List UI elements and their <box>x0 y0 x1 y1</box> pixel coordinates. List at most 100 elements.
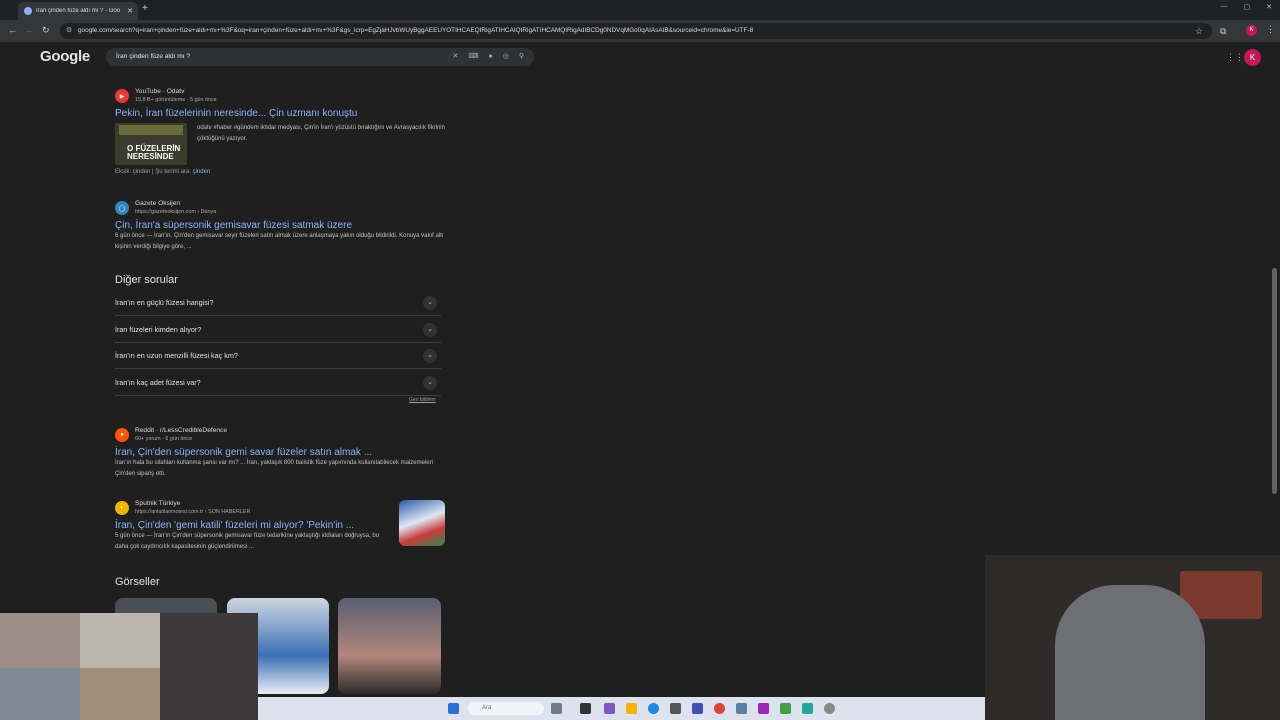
app-icon[interactable] <box>670 703 681 714</box>
tab-close-icon[interactable]: ✕ <box>127 7 133 15</box>
source-name: Reddit · r/LessCredibleDefence <box>135 427 227 434</box>
video-frame <box>0 668 80 720</box>
result-title-link[interactable]: Pekin, İran füzelerinin neresinde... Çin… <box>115 108 445 119</box>
search-query: İran çinden füze aldı mı ? <box>116 53 191 60</box>
edge-icon[interactable] <box>648 703 659 714</box>
clear-icon[interactable]: ✕ <box>453 48 459 66</box>
result-snippet: 6 gün önce — İran'ın, Çin'den gemisavar … <box>115 233 444 250</box>
result-snippet: odatv #haber #gündem iktidar medyası, Çi… <box>197 125 445 142</box>
images-section-title: Görseller <box>115 576 160 588</box>
chevron-down-icon[interactable]: ⌄ <box>423 296 437 310</box>
search-icon[interactable]: ⚲ <box>519 48 524 66</box>
result-thumbnail[interactable] <box>399 500 445 546</box>
source-name: YouTube · Odatv <box>135 88 185 95</box>
source-name: Gazete Oksijen <box>135 200 181 207</box>
source-meta: https://gazeteoksijen.com › Dünya <box>135 209 217 215</box>
webcam-overlay-right <box>985 555 1280 720</box>
question-item[interactable]: İran'ın en güçlü füzesi hangisi? ⌄ <box>115 290 441 316</box>
sputnik-icon: ◐ <box>115 501 129 515</box>
question-text: İran füzeleri kimden alıyor? <box>115 325 202 334</box>
result-title-link[interactable]: İran, Çin'den süpersonik gemi savar füze… <box>115 447 445 458</box>
forward-arrow-icon[interactable]: → <box>24 25 33 35</box>
bookmark-star-icon[interactable]: ☆ <box>1195 26 1203 37</box>
lens-icon[interactable]: ◎ <box>503 48 509 66</box>
result-source[interactable]: ▶ YouTube · Odatv 15,8 B+ görüntüleme · … <box>115 88 445 104</box>
image-result[interactable] <box>338 598 441 694</box>
question-text: İran'ın kaç adet füzesi var? <box>115 378 201 387</box>
source-name: Sputnik Türkiye <box>135 500 181 507</box>
browser-profile-avatar[interactable]: K <box>1246 25 1257 36</box>
reddit-icon: ● <box>115 428 129 442</box>
active-tab[interactable]: İran çinden füze aldı mı ? - Goo ✕ <box>18 2 138 20</box>
app-icon[interactable] <box>736 703 747 714</box>
taskbar-search-text: Ara <box>482 705 492 711</box>
site-info-icon[interactable]: ⚙ <box>66 23 72 39</box>
search-result: ◐ Sputnik Türkiye https://anlatilaninote… <box>115 500 445 553</box>
result-source[interactable]: ◐ Sputnik Türkiye https://anlatilaninote… <box>115 500 391 516</box>
browser-menu-icon[interactable]: ⋮ <box>1266 24 1275 35</box>
video-thumbnail[interactable]: O FÜZELERİN NERESİNDE <box>115 123 187 165</box>
google-logo[interactable]: Google <box>40 48 90 65</box>
new-tab-button[interactable]: + <box>142 3 148 14</box>
result-source[interactable]: ● Reddit · r/LessCredibleDefence 60+ yor… <box>115 427 445 443</box>
windows-taskbar: Ara <box>258 697 985 720</box>
chrome-icon[interactable] <box>714 703 725 714</box>
app-icon[interactable] <box>692 703 703 714</box>
source-meta: 60+ yorum · 6 gün önce <box>135 436 193 442</box>
app-icon[interactable] <box>802 703 813 714</box>
question-text: İran'ın en güçlü füzesi hangisi? <box>115 298 214 307</box>
thumbnail-caption: O FÜZELERİN NERESİNDE <box>127 144 181 161</box>
chevron-down-icon[interactable]: ⌄ <box>423 323 437 337</box>
thumbnail-banner <box>119 125 183 135</box>
question-text: İran'ın en uzun menzilli füzesi kaç km? <box>115 351 238 360</box>
start-menu-icon[interactable] <box>448 703 459 714</box>
gazete-oksijen-icon: ◯ <box>115 201 129 215</box>
video-frame <box>160 613 258 720</box>
minimize-button[interactable]: — <box>1221 3 1228 11</box>
keyboard-icon[interactable]: ⌨ <box>468 48 478 66</box>
page-scrollbar[interactable] <box>1272 268 1277 494</box>
question-item[interactable]: İran füzeleri kimden alıyor? ⌄ <box>115 317 441 343</box>
video-frame <box>80 668 160 720</box>
tab-title: İran çinden füze aldı mı ? - Goo <box>36 8 121 14</box>
taskbar-search[interactable]: Ara <box>468 702 544 715</box>
app-icon[interactable] <box>758 703 769 714</box>
question-item[interactable]: İran'ın en uzun menzilli füzesi kaç km? … <box>115 343 441 369</box>
back-arrow-icon[interactable]: ← <box>8 25 17 35</box>
file-explorer-icon[interactable] <box>626 703 637 714</box>
app-icon[interactable] <box>604 703 615 714</box>
settings-gear-icon[interactable] <box>824 703 835 714</box>
search-result: ● Reddit · r/LessCredibleDefence 60+ yor… <box>115 427 445 480</box>
webcam-overlay-left <box>0 613 258 720</box>
source-meta: https://anlatilaninotesi.com.tr › SON HA… <box>135 509 251 515</box>
google-favicon-icon <box>24 7 32 15</box>
microphone-icon[interactable]: ● <box>489 48 493 66</box>
maximize-button[interactable]: ▢ <box>1244 3 1251 11</box>
video-frame <box>0 613 80 668</box>
account-avatar[interactable]: K <box>1244 49 1261 66</box>
search-term-link[interactable]: çinden <box>193 169 211 175</box>
result-title-link[interactable]: İran, Çin'den 'gemi katili' füzeleri mi … <box>115 520 391 531</box>
window-controls: — ▢ ✕ <box>1221 3 1273 11</box>
feedback-link[interactable]: Geri bildirim <box>409 397 436 403</box>
result-source[interactable]: ◯ Gazete Oksijen https://gazeteoksijen.c… <box>115 200 445 216</box>
youtube-icon: ▶ <box>115 89 129 103</box>
person-silhouette <box>1055 585 1205 720</box>
source-meta: 15,8 B+ görüntüleme · 5 gün önce <box>135 97 217 103</box>
apps-grid-icon[interactable]: ⋮⋮ <box>1226 52 1244 63</box>
reload-icon[interactable]: ↻ <box>42 25 50 36</box>
video-frame <box>80 613 160 668</box>
address-bar[interactable]: ⚙ google.com/search?q=iran+çinden+füze+a… <box>60 23 1212 39</box>
task-view-icon[interactable] <box>551 703 562 714</box>
other-questions-title: Diğer sorular <box>115 274 178 286</box>
close-window-button[interactable]: ✕ <box>1266 3 1272 11</box>
result-snippet: 5 gün önce — İran'ın Çin'den süpersonik … <box>115 533 380 550</box>
search-input[interactable]: İran çinden füze aldı mı ? ✕ ⌨ ● ◎ ⚲ <box>106 48 534 66</box>
app-icon[interactable] <box>580 703 591 714</box>
result-title-link[interactable]: Çin, İran'a süpersonik gemisavar füzesi … <box>115 220 445 231</box>
extensions-icon[interactable]: ⧉ <box>1220 26 1226 37</box>
app-icon[interactable] <box>780 703 791 714</box>
chevron-down-icon[interactable]: ⌄ <box>423 349 437 363</box>
chevron-down-icon[interactable]: ⌄ <box>423 376 437 390</box>
question-item[interactable]: İran'ın kaç adet füzesi var? ⌄ <box>115 370 441 396</box>
